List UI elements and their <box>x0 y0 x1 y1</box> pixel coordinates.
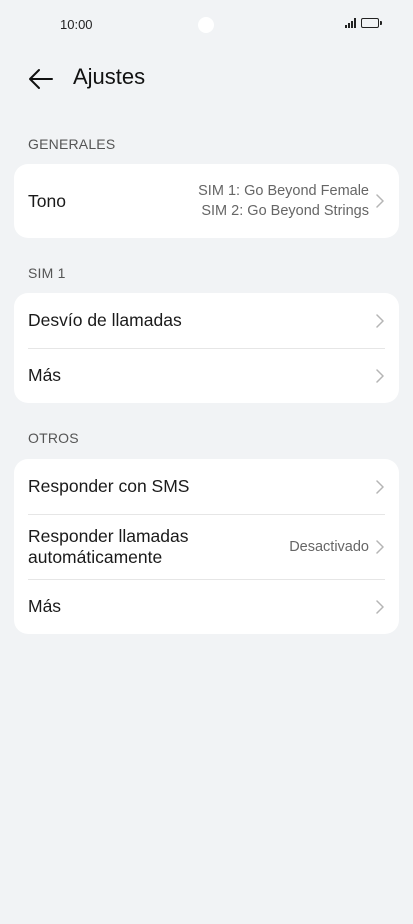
row-responder-automaticamente[interactable]: Responder llamadas automáticamente Desac… <box>14 514 399 579</box>
row-tono[interactable]: Tono SIM 1: Go Beyond Female SIM 2: Go B… <box>14 164 399 238</box>
chevron-right-icon <box>375 599 385 614</box>
chevron-right-icon <box>375 368 385 383</box>
chevron-right-icon <box>375 539 385 554</box>
battery-icon <box>361 18 382 28</box>
section-label-sim1: SIM 1 <box>28 265 66 281</box>
tono-sim2-value: SIM 2: Go Beyond Strings <box>201 203 369 219</box>
card-otros: Responder con SMS Responder llamadas aut… <box>14 459 399 634</box>
status-time: 10:00 <box>60 17 93 32</box>
chevron-right-icon <box>375 194 385 208</box>
status-icons <box>345 18 382 28</box>
row-desvio-llamadas[interactable]: Desvío de llamadas <box>14 293 399 348</box>
row-label: Más <box>28 365 62 385</box>
header: Ajustes <box>0 58 413 98</box>
signal-icon <box>345 18 356 28</box>
auto-label-line1: Responder llamadas <box>28 525 189 546</box>
row-mas-sim1[interactable]: Más <box>14 348 399 403</box>
row-value: SIM 1: Go Beyond Female SIM 2: Go Beyond… <box>198 181 369 221</box>
page-title: Ajustes <box>73 64 146 89</box>
auto-label-line2: automáticamente <box>28 546 163 567</box>
settings-screen: 10:00 Ajustes GENERALES Tono SIM 1: Go B… <box>0 0 413 924</box>
chevron-right-icon <box>375 313 385 328</box>
tono-sim1-value: SIM 1: Go Beyond Female <box>198 183 369 199</box>
card-general: Tono SIM 1: Go Beyond Female SIM 2: Go B… <box>14 164 399 238</box>
section-label-otros: OTROS <box>28 430 79 446</box>
row-label: Responder llamadas automáticamente <box>28 526 289 568</box>
row-label: Desvío de llamadas <box>28 310 182 330</box>
section-label-general: GENERALES <box>28 136 116 152</box>
row-responder-sms[interactable]: Responder con SMS <box>14 459 399 514</box>
row-mas-otros[interactable]: Más <box>14 579 399 634</box>
row-label: Tono <box>28 190 66 211</box>
arrow-left-icon <box>29 69 53 89</box>
row-value: Desactivado <box>289 538 369 555</box>
status-bar: 10:00 <box>0 0 413 50</box>
back-button[interactable] <box>26 64 56 94</box>
row-label: Más <box>28 596 62 616</box>
row-label: Responder con SMS <box>28 476 190 496</box>
camera-cutout <box>198 17 214 33</box>
card-sim1: Desvío de llamadas Más <box>14 293 399 403</box>
chevron-right-icon <box>375 479 385 494</box>
